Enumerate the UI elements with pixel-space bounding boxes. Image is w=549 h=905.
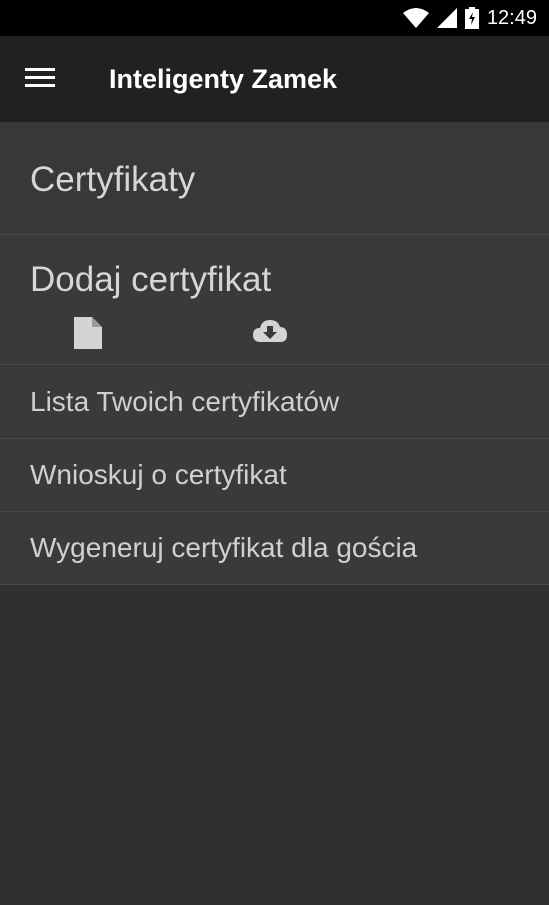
file-icon xyxy=(74,316,102,354)
list-item-label: Wygeneruj certyfikat dla gościa xyxy=(30,532,418,563)
battery-charging-icon xyxy=(464,7,479,29)
list-item-label: Lista Twoich certyfikatów xyxy=(30,386,340,417)
cloud-download-icon xyxy=(253,318,287,349)
navigation-menu-button[interactable] xyxy=(10,50,70,108)
list-item-guest-certificate[interactable]: Wygeneruj certyfikat dla gościa xyxy=(0,512,549,585)
add-certificate-section: Dodaj certyfikat xyxy=(0,235,549,365)
app-bar: Inteligenty Zamek xyxy=(0,36,549,122)
status-bar: 12:49 xyxy=(0,0,549,36)
hamburger-menu-icon xyxy=(25,66,55,93)
add-from-file-button[interactable] xyxy=(62,313,114,357)
cell-signal-icon xyxy=(436,8,457,28)
app-title: Inteligenty Zamek xyxy=(109,64,338,94)
wifi-icon xyxy=(402,8,429,28)
list-item-label: Wnioskuj o certyfikat xyxy=(30,459,287,490)
certificates-header: Certyfikaty xyxy=(0,122,549,235)
list-item-my-certificates[interactable]: Lista Twoich certyfikatów xyxy=(0,366,549,439)
status-time: 12:49 xyxy=(486,6,537,29)
add-certificate-title: Dodaj certyfikat xyxy=(30,260,272,299)
status-icons: 12:49 xyxy=(402,0,537,36)
certificates-title: Certyfikaty xyxy=(30,160,196,199)
download-certificate-button[interactable] xyxy=(244,311,296,355)
list-item-request-certificate[interactable]: Wnioskuj o certyfikat xyxy=(0,439,549,512)
